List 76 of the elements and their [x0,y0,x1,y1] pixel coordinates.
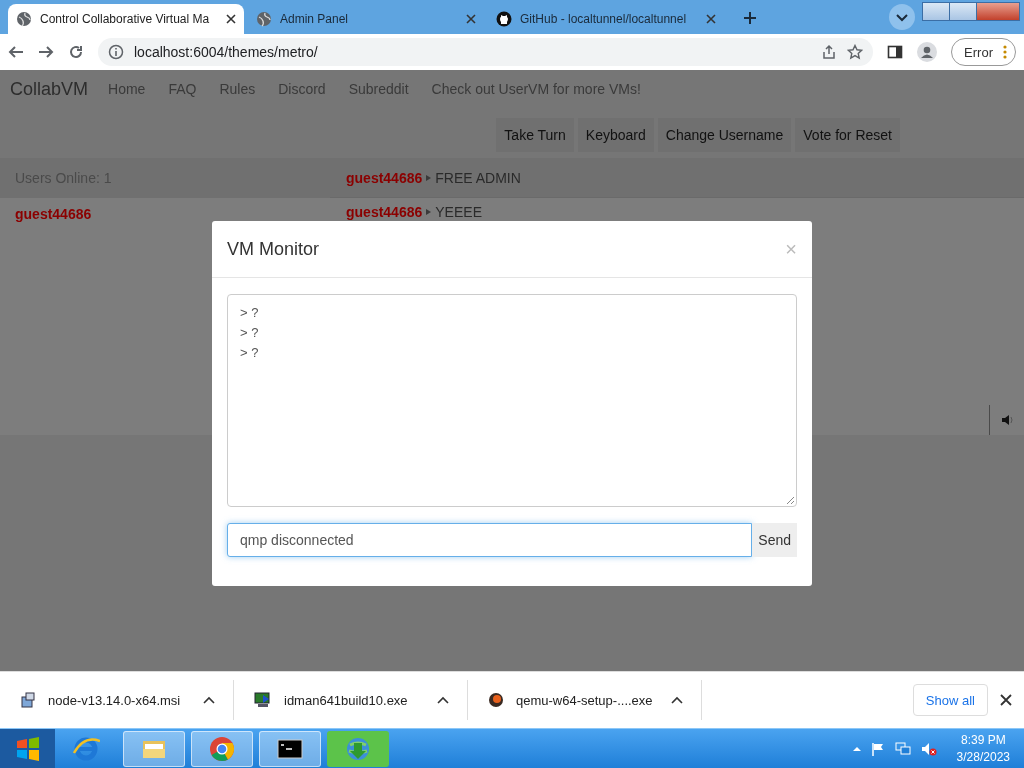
file-name: idman641build10.exe [284,692,409,708]
more-icon [1003,45,1007,59]
notice-text: Check out UserVM for more VMs! [431,81,641,97]
action-button[interactable]: Vote for Reset [795,118,900,152]
close-icon [466,14,476,24]
orb-icon [488,692,504,708]
output-line: > ? [240,304,260,322]
globe-icon [256,11,272,27]
browser-tab[interactable]: GitHub - localtunnel/localtunnel [488,4,724,34]
browser-tab[interactable]: Admin Panel [248,4,484,34]
nav-link[interactable]: FAQ [168,81,197,97]
reload-icon[interactable] [68,44,84,60]
user-name[interactable]: guest44686 [15,206,315,222]
file-name: node-v13.14.0-x64.msi [48,692,182,708]
output-line: > ? [240,344,260,362]
command-input[interactable]: qmp disconnected [227,523,753,557]
close-icon[interactable] [1000,694,1012,706]
chat-message: YEEEE [435,204,482,220]
minimize-button[interactable] [922,2,950,21]
error-button[interactable]: Error [951,38,1016,66]
side-panel-icon[interactable] [887,44,904,60]
download-item[interactable]: qemu-w64-setup-....exe [468,680,702,720]
action-button[interactable]: Take Turn [496,118,574,152]
clock-date[interactable]: 3/28/2023 [956,748,1010,766]
flag-icon[interactable] [870,741,885,756]
info-icon [108,44,124,60]
close-icon [706,14,716,24]
show-all-button[interactable]: Show all [912,684,988,716]
caret-icon[interactable] [852,745,861,752]
star-icon[interactable] [847,44,864,60]
caret-icon [437,696,449,704]
speaker-icon [1001,414,1013,426]
plus-icon [743,11,757,25]
globe-icon [16,11,32,27]
chat-username: guest44686 [346,204,423,220]
nav-link[interactable]: Subreddit [348,81,409,97]
close-icon [226,14,236,24]
package-icon [20,692,36,708]
monitor-output-field[interactable]: > ? > ? > ? [227,294,797,507]
logo-icon [496,11,512,27]
caret-icon [203,696,215,704]
taskbar-app[interactable] [259,730,321,767]
chat-username: guest44686 [346,169,423,186]
clock-time[interactable]: 8:39 PM [960,731,1006,749]
download-item[interactable]: node-v13.14.0-x64.msi [0,680,234,720]
chat-message: FREE ADMIN [435,169,521,186]
modal-title: VM Monitor [227,238,320,260]
start-button[interactable] [0,728,55,768]
brand-logo[interactable]: CollabVM [10,78,89,100]
action-button[interactable]: Change Username [657,118,792,152]
circle-logo-icon [208,734,236,763]
tab-search-icon[interactable] [889,4,915,30]
nav-link[interactable]: Rules [219,81,256,97]
action-button[interactable]: Keyboard [577,118,654,152]
output-line: > ? [240,324,260,342]
maximize-button[interactable] [949,2,977,21]
close-button[interactable]: × [785,237,797,261]
speaker-muted-icon[interactable] [920,741,937,756]
browser-tab[interactable]: Control Collaborative Virtual Ma [8,4,244,34]
network-icon[interactable] [894,741,911,756]
nav-link[interactable]: Home [108,81,146,97]
share-icon[interactable] [821,44,838,60]
triangle-icon [426,208,432,216]
monitor-icon [254,692,272,708]
forward-icon[interactable] [38,44,54,60]
profile-icon[interactable] [917,42,938,62]
send-button[interactable]: Send [752,523,797,557]
download-item[interactable]: idman641build10.exe [234,680,468,720]
resize-grip-icon [786,496,795,505]
file-name: qemu-w64-setup-....exe [516,692,654,708]
triangle-icon [426,173,432,182]
back-icon[interactable] [8,44,24,60]
address-bar[interactable]: localhost:6004/themes/metro/ [98,38,874,66]
caret-icon [671,696,683,704]
windows-logo-icon [14,735,41,762]
nav-link[interactable]: Discord [278,81,326,97]
